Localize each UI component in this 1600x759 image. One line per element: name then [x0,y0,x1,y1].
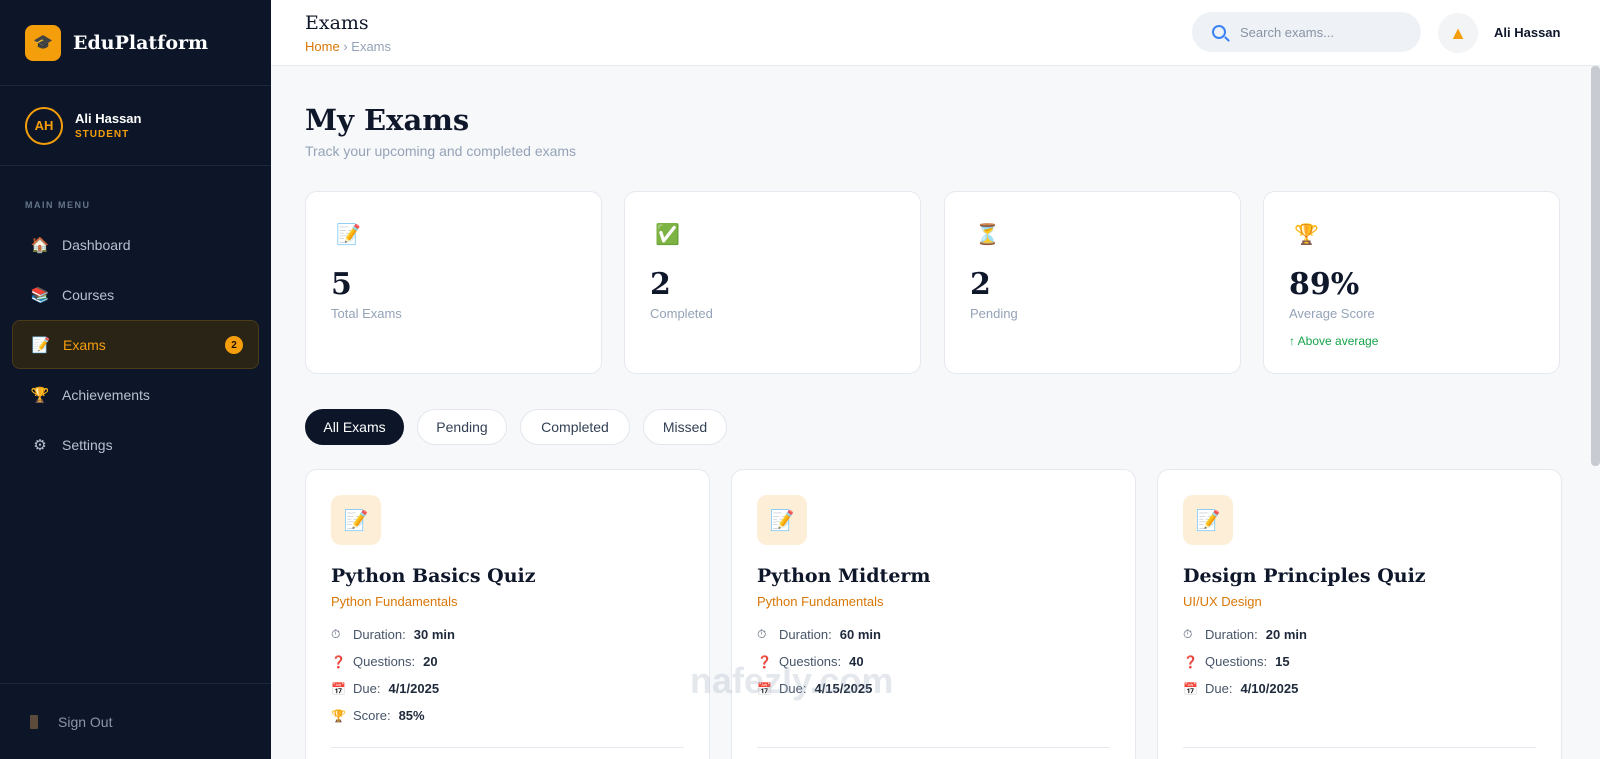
exam-duration: ⏱ Duration: 20 min [1183,627,1307,642]
main-subtitle: Track your upcoming and completed exams [305,143,577,159]
brand[interactable]: 🎓 EduPlatform [0,0,271,86]
filter-all-exams[interactable]: All Exams [305,409,404,445]
filter-missed[interactable]: Missed [643,409,727,445]
header-avatar[interactable]: ▲ [1438,13,1478,53]
exam-due: 📅 Due: 4/1/2025 [331,681,440,696]
stopwatch-icon: ⏱ [757,627,767,641]
filter-pending[interactable]: Pending [417,409,507,445]
hourglass-icon: ⏳ [975,224,1000,246]
main-menu: 🏠 Dashboard 📚 Courses 📝 Exams 2 🏆 Achiev… [0,220,271,469]
stat-label: Total Exams [331,306,402,321]
question-icon: ❓ [1183,654,1198,669]
calendar-icon: 📅 [331,681,346,696]
stat-card-total: 📝 5 Total Exams [305,191,602,374]
sidebar-item-dashboard[interactable]: 🏠 Dashboard [12,220,259,269]
exam-duration: ⏱ Duration: 30 min [331,627,455,642]
sidebar-item-exams[interactable]: 📝 Exams 2 [12,320,259,369]
exam-title: Python Basics Quiz [331,565,536,587]
sign-out-label: Sign Out [58,713,113,730]
stat-label: Pending [970,306,1018,321]
exam-card[interactable]: 📝 Design Principles Quiz UI/UX Design ⏱ … [1157,469,1562,759]
house-icon: 🏠 [30,236,50,254]
sidebar-item-courses[interactable]: 📚 Courses [12,270,259,319]
stat-card-pending: ⏳ 2 Pending [944,191,1241,374]
graduation-cap-icon: 🎓 [25,24,61,61]
watermark: nafezly.com [690,660,894,701]
exam-score: 🏆 Score: 85% [331,708,425,723]
exam-questions: ❓ Questions: 15 [1183,654,1290,669]
breadcrumb-home-link[interactable]: Home [305,39,340,54]
stopwatch-icon: ⏱ [331,627,341,641]
exam-duration: ⏱ Duration: 60 min [757,627,881,642]
exam-course: UI/UX Design [1183,594,1262,609]
memo-icon: 📝 [331,495,381,545]
stat-value: 89% [1289,267,1360,302]
exam-course: Python Fundamentals [757,594,884,609]
top-header: Exams Home › Exams ▲ Ali Hassan [271,0,1600,66]
main-title: My Exams [305,103,470,137]
breadcrumb-separator: › [343,39,348,54]
books-icon: 📚 [30,286,50,304]
stat-value: 5 [331,267,352,302]
avatar: AH [25,106,63,145]
exam-due: 📅 Due: 4/10/2025 [1183,681,1299,696]
memo-icon: 📝 [1183,495,1233,545]
user-profile[interactable]: AH Ali Hassan STUDENT [0,86,271,166]
search-box[interactable] [1192,12,1421,52]
page-title: Exams [305,12,369,34]
stat-card-average: 🏆 89% Average Score ↑ Above average [1263,191,1560,374]
menu-section-label: MAIN MENU [25,200,91,210]
exam-title: Design Principles Quiz [1183,565,1426,587]
sidebar-item-label: Dashboard [62,236,131,253]
sign-out-button[interactable]: Sign Out [0,683,271,759]
memo-icon: 📝 [757,495,807,545]
user-name: Ali Hassan [75,111,142,126]
trend-indicator: ↑ Above average [1289,334,1379,348]
question-icon: ❓ [331,654,346,669]
trophy-icon: 🏆 [1294,224,1319,246]
sidebar-item-achievements[interactable]: 🏆 Achievements [12,370,259,419]
gear-icon: ⚙ [33,436,47,454]
exam-course: Python Fundamentals [331,594,458,609]
exams-count-badge: 2 [225,336,243,354]
divider [757,747,1110,748]
sidebar-item-label: Achievements [62,386,150,403]
exam-questions: ❓ Questions: 20 [331,654,438,669]
sidebar: 🎓 EduPlatform AH Ali Hassan STUDENT MAIN… [0,0,271,759]
stat-label: Completed [650,306,713,321]
memo-icon: 📝 [336,224,361,246]
exam-card[interactable]: 📝 Python Midterm Python Fundamentals ⏱ D… [731,469,1136,759]
divider [331,747,684,748]
stopwatch-icon: ⏱ [1183,627,1193,641]
breadcrumb: Home › Exams [305,39,391,54]
door-icon [30,714,38,729]
calendar-icon: 📅 [1183,681,1198,696]
exam-title: Python Midterm [757,565,931,587]
search-input[interactable] [1240,24,1410,40]
check-icon: ✅ [655,224,680,246]
sidebar-item-label: Settings [62,436,113,453]
stat-card-completed: ✅ 2 Completed [624,191,921,374]
stat-value: 2 [650,267,671,302]
stat-label: Average Score [1289,306,1375,321]
document-icon: 📝 [31,336,51,354]
stat-value: 2 [970,267,991,302]
trophy-icon: 🏆 [30,386,50,404]
divider [1183,747,1536,748]
vertical-scrollbar[interactable] [1591,66,1600,466]
trophy-icon: 🏆 [331,708,346,723]
sidebar-item-label: Exams [63,336,106,353]
brand-name: EduPlatform [73,31,209,54]
sidebar-item-settings[interactable]: ⚙ Settings [12,420,259,469]
sidebar-item-label: Courses [62,286,115,303]
user-role: STUDENT [75,129,130,140]
exam-card[interactable]: 📝 Python Basics Quiz Python Fundamentals… [305,469,710,759]
breadcrumb-current: Exams [351,39,392,54]
header-user-name[interactable]: Ali Hassan [1494,25,1560,40]
search-icon [1212,25,1226,39]
filter-completed[interactable]: Completed [520,409,630,445]
